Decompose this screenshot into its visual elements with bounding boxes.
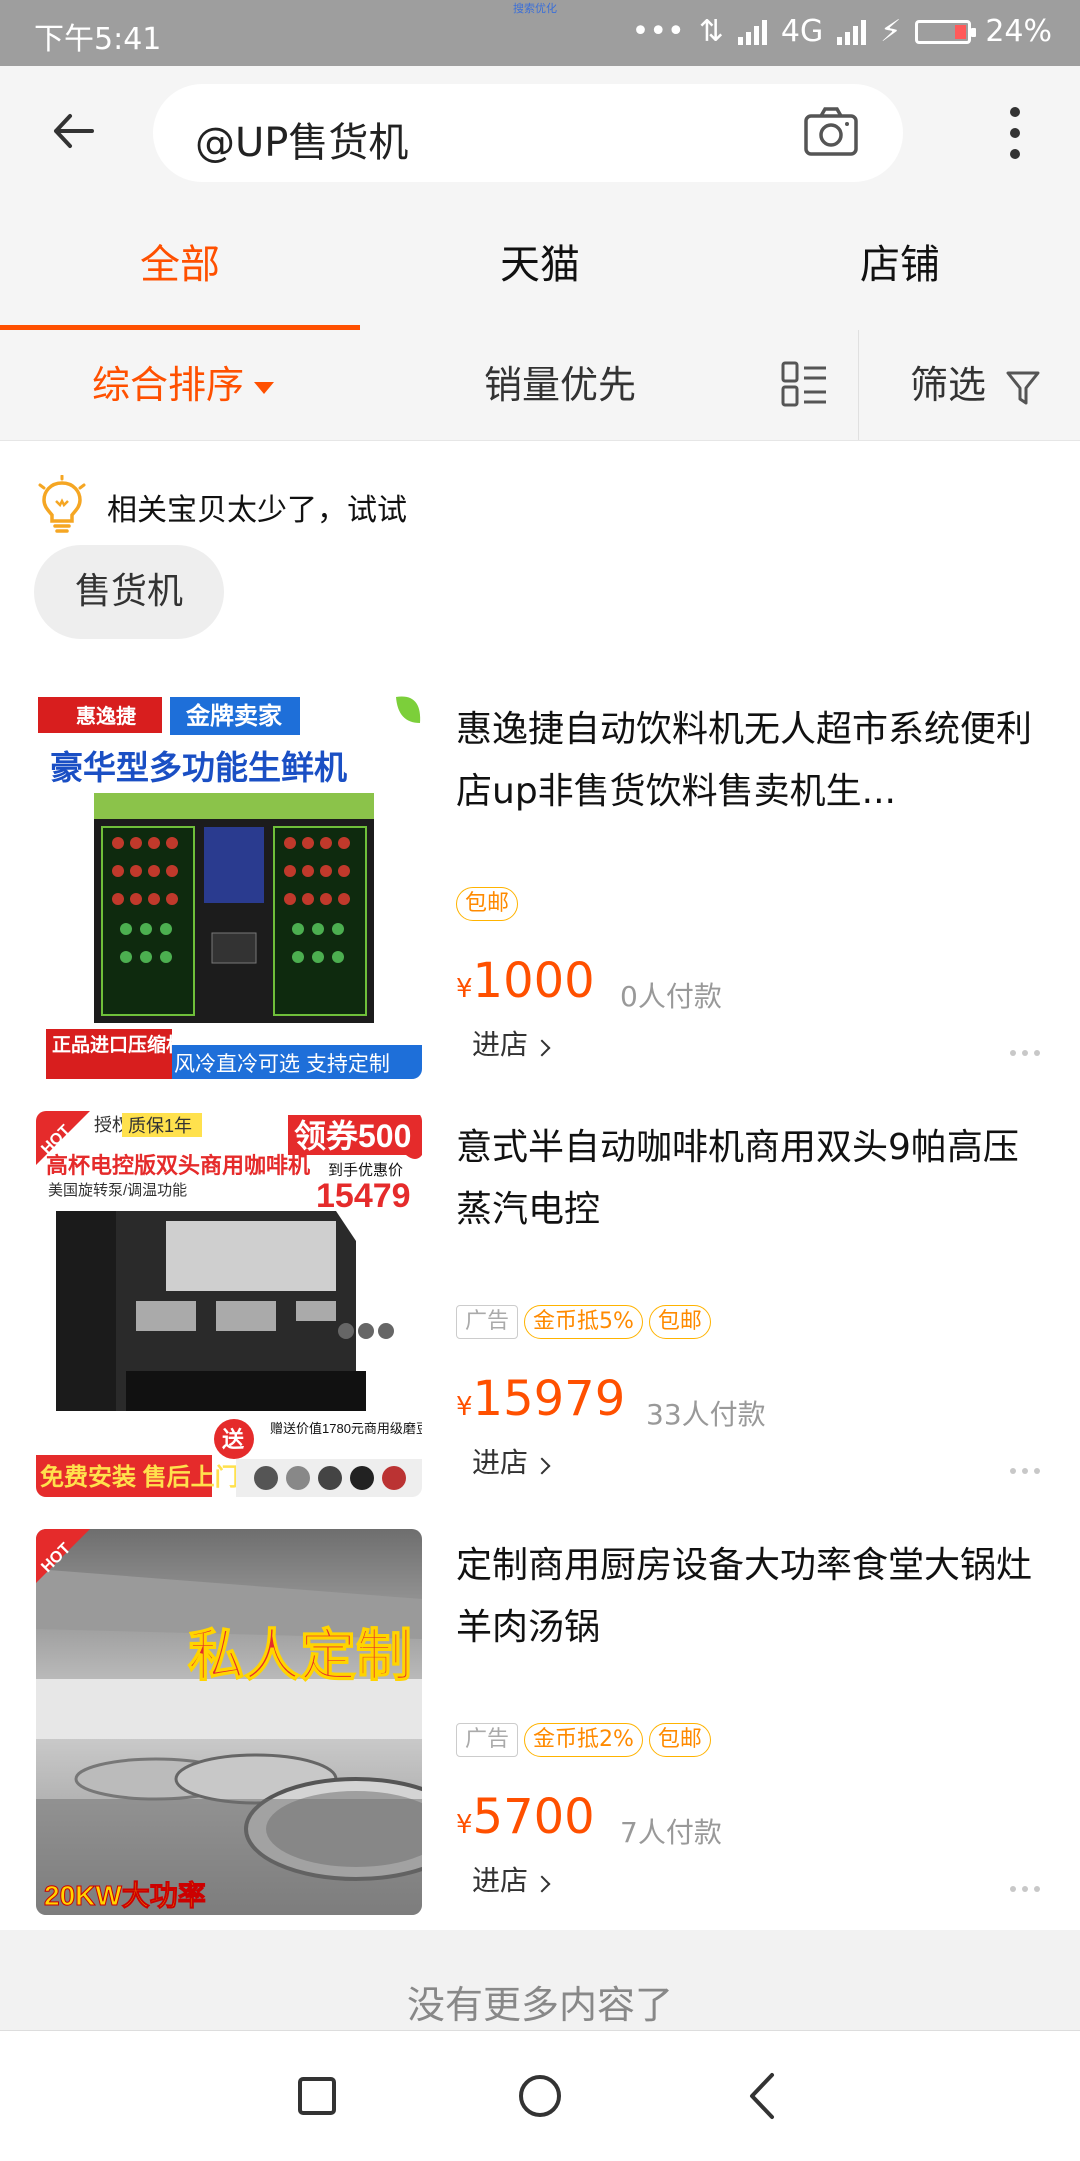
chevron-right-icon <box>533 1039 551 1057</box>
bottom-text-3: 20KW大功率 <box>44 1879 206 1911</box>
enter-store-label: 进店 <box>472 1446 529 1479</box>
search-query: @UP售货机 <box>195 120 409 166</box>
coupon-text: 领券500 <box>294 1118 411 1154</box>
product-image-1[interactable]: 惠逸捷 金牌卖家 豪华型多功能生鲜机 正品进口压缩机 风冷直冷可选 支持定制 <box>36 693 422 1079</box>
chevron-right-icon <box>533 1875 551 1893</box>
more-options-icon[interactable] <box>1004 1459 1040 1478</box>
product-image-3[interactable]: HOT 私人定制 20KW大功率 <box>36 1529 422 1915</box>
list-view-toggle-icon[interactable] <box>780 360 830 408</box>
enter-store-label: 进店 <box>472 1864 529 1897</box>
filter-button[interactable]: 筛选 <box>910 330 1040 440</box>
tag-free-shipping: 包邮 <box>456 887 519 921</box>
product-price-2: ¥15979 <box>456 1371 626 1427</box>
product-title-2[interactable]: 意式半自动咖啡机商用双头9帕高压蒸汽电控 <box>456 1117 1036 1241</box>
gold-seller-text: 金牌卖家 <box>185 702 282 730</box>
status-bar: 下午5:41 搜索优化 ••• ⇅ 4G ⚡ 24% <box>0 0 1080 66</box>
sort-sales-button[interactable]: 销量优先 <box>484 330 636 440</box>
suggestion-chip[interactable]: 售货机 <box>34 545 224 639</box>
corner-text: 正品进口压缩机 <box>52 1033 185 1056</box>
product-price-1: ¥1000 <box>456 953 595 1009</box>
battery-icon <box>915 19 977 44</box>
system-nav-bar <box>0 2030 1080 2161</box>
recent-apps-icon[interactable] <box>282 2061 352 2131</box>
product-tags-1: 包邮 <box>456 887 519 921</box>
image-headline: 豪华型多功能生鲜机 <box>50 749 347 786</box>
signal-icon <box>737 19 767 45</box>
product-title-3[interactable]: 定制商用厨房设备大功率食堂大锅灶羊肉汤锅 <box>456 1535 1036 1659</box>
charging-icon: ⚡ <box>880 14 902 49</box>
product-tags-2: 广告 金币抵5% 包邮 <box>456 1305 711 1339</box>
tag-coin-discount: 金币抵2% <box>524 1723 643 1757</box>
more-dots-icon: ••• <box>631 14 685 49</box>
category-tabs: 全部 天猫 店铺 <box>0 200 1080 330</box>
tag-free-shipping: 包邮 <box>648 1723 711 1757</box>
product-image-2[interactable]: HOT 授权 质保1年 领券500 到手优惠价 15479 高杯电控版双头商用咖… <box>36 1111 422 1497</box>
paid-count-2: 33人付款 <box>646 1398 766 1431</box>
signal-icon-2 <box>837 19 867 45</box>
sort-default-button[interactable]: 综合排序 <box>92 330 275 440</box>
status-tiny-text: 搜索优化 <box>513 2 557 15</box>
tab-tmall[interactable]: 天猫 <box>360 200 720 330</box>
product-title-1[interactable]: 惠逸捷自动饮料机无人超市系统便利店up非售货饮料售卖机生... <box>456 699 1036 823</box>
search-header: @UP售货机 <box>0 66 1080 200</box>
chevron-right-icon <box>533 1457 551 1475</box>
bottom-text: 风冷直冷可选 支持定制 <box>174 1053 390 1076</box>
product-tags-3: 广告 金币抵2% 包邮 <box>456 1723 711 1757</box>
search-input[interactable]: @UP售货机 <box>153 84 903 182</box>
paid-count-1: 0人付款 <box>620 980 722 1013</box>
enter-store-link-2[interactable]: 进店 <box>472 1441 551 1481</box>
bottom-text-2: 免费安装 售后上门 <box>40 1463 239 1491</box>
back-nav-icon[interactable] <box>728 2061 798 2131</box>
suggestion-text: 相关宝贝太少了，试试 <box>107 493 407 528</box>
status-time: 下午5:41 <box>34 22 162 57</box>
lightbulb-icon <box>38 475 86 533</box>
product-card-1[interactable]: 惠逸捷 金牌卖家 豪华型多功能生鲜机 正品进口压缩机 风冷直冷可选 支持定制 惠… <box>0 673 1080 1091</box>
back-arrow-icon[interactable] <box>48 106 98 156</box>
price-value: 1000 <box>472 953 595 1009</box>
price-value: 15979 <box>472 1371 626 1427</box>
tag-free-shipping: 包邮 <box>648 1305 711 1339</box>
coupon-price: 15479 <box>316 1177 411 1215</box>
tag-ad: 广告 <box>456 1305 519 1339</box>
paid-count-3: 7人付款 <box>620 1816 722 1849</box>
image-headline-3: 私人定制 <box>188 1624 412 1687</box>
brand-text: 惠逸捷 <box>76 704 137 728</box>
more-options-icon[interactable] <box>1004 1041 1040 1060</box>
sort-default-label: 综合排序 <box>92 363 245 407</box>
tag-ad: 广告 <box>456 1723 519 1757</box>
filter-label: 筛选 <box>910 363 987 407</box>
sort-bar: 综合排序 销量优先 筛选 <box>0 330 1080 441</box>
funnel-icon <box>1006 371 1040 404</box>
more-options-icon[interactable] <box>1004 1877 1040 1896</box>
image-sub-2: 美国旋转泵/调温功能 <box>48 1182 187 1199</box>
network-type: 4G <box>780 14 824 49</box>
enter-store-link-1[interactable]: 进店 <box>472 1023 551 1063</box>
tab-stores[interactable]: 店铺 <box>720 200 1080 330</box>
battery-percent: 24% <box>985 14 1052 49</box>
send-badge: 送 <box>222 1427 244 1452</box>
camera-icon[interactable] <box>803 106 859 158</box>
no-more-content: 没有更多内容了 <box>0 1930 1080 2030</box>
tag-coin-discount: 金币抵5% <box>524 1305 643 1339</box>
product-card-2[interactable]: HOT 授权 质保1年 领券500 到手优惠价 15479 高杯电控版双头商用咖… <box>0 1091 1080 1509</box>
gift-text: 赠送价值1780元商用级磨豆机 <box>270 1421 422 1436</box>
sort-divider <box>858 330 859 440</box>
enter-store-label: 进店 <box>472 1028 529 1061</box>
caret-down-icon <box>254 381 275 394</box>
tab-all[interactable]: 全部 <box>0 200 360 330</box>
warranty-text: 质保1年 <box>128 1116 192 1136</box>
product-card-3[interactable]: HOT 私人定制 20KW大功率 定制商用厨房设备大功率食堂大锅灶羊肉汤锅 广告… <box>0 1509 1080 1927</box>
more-vertical-icon[interactable] <box>1000 104 1030 162</box>
enter-store-link-3[interactable]: 进店 <box>472 1859 551 1899</box>
price-value: 5700 <box>472 1789 595 1845</box>
suggestion-panel: 相关宝贝太少了，试试 售货机 <box>0 441 1080 673</box>
image-headline-2: 高杯电控版双头商用咖啡机 <box>46 1153 310 1178</box>
data-transfer-icon: ⇅ <box>698 14 724 49</box>
home-icon[interactable] <box>505 2061 575 2131</box>
product-price-3: ¥5700 <box>456 1789 595 1845</box>
